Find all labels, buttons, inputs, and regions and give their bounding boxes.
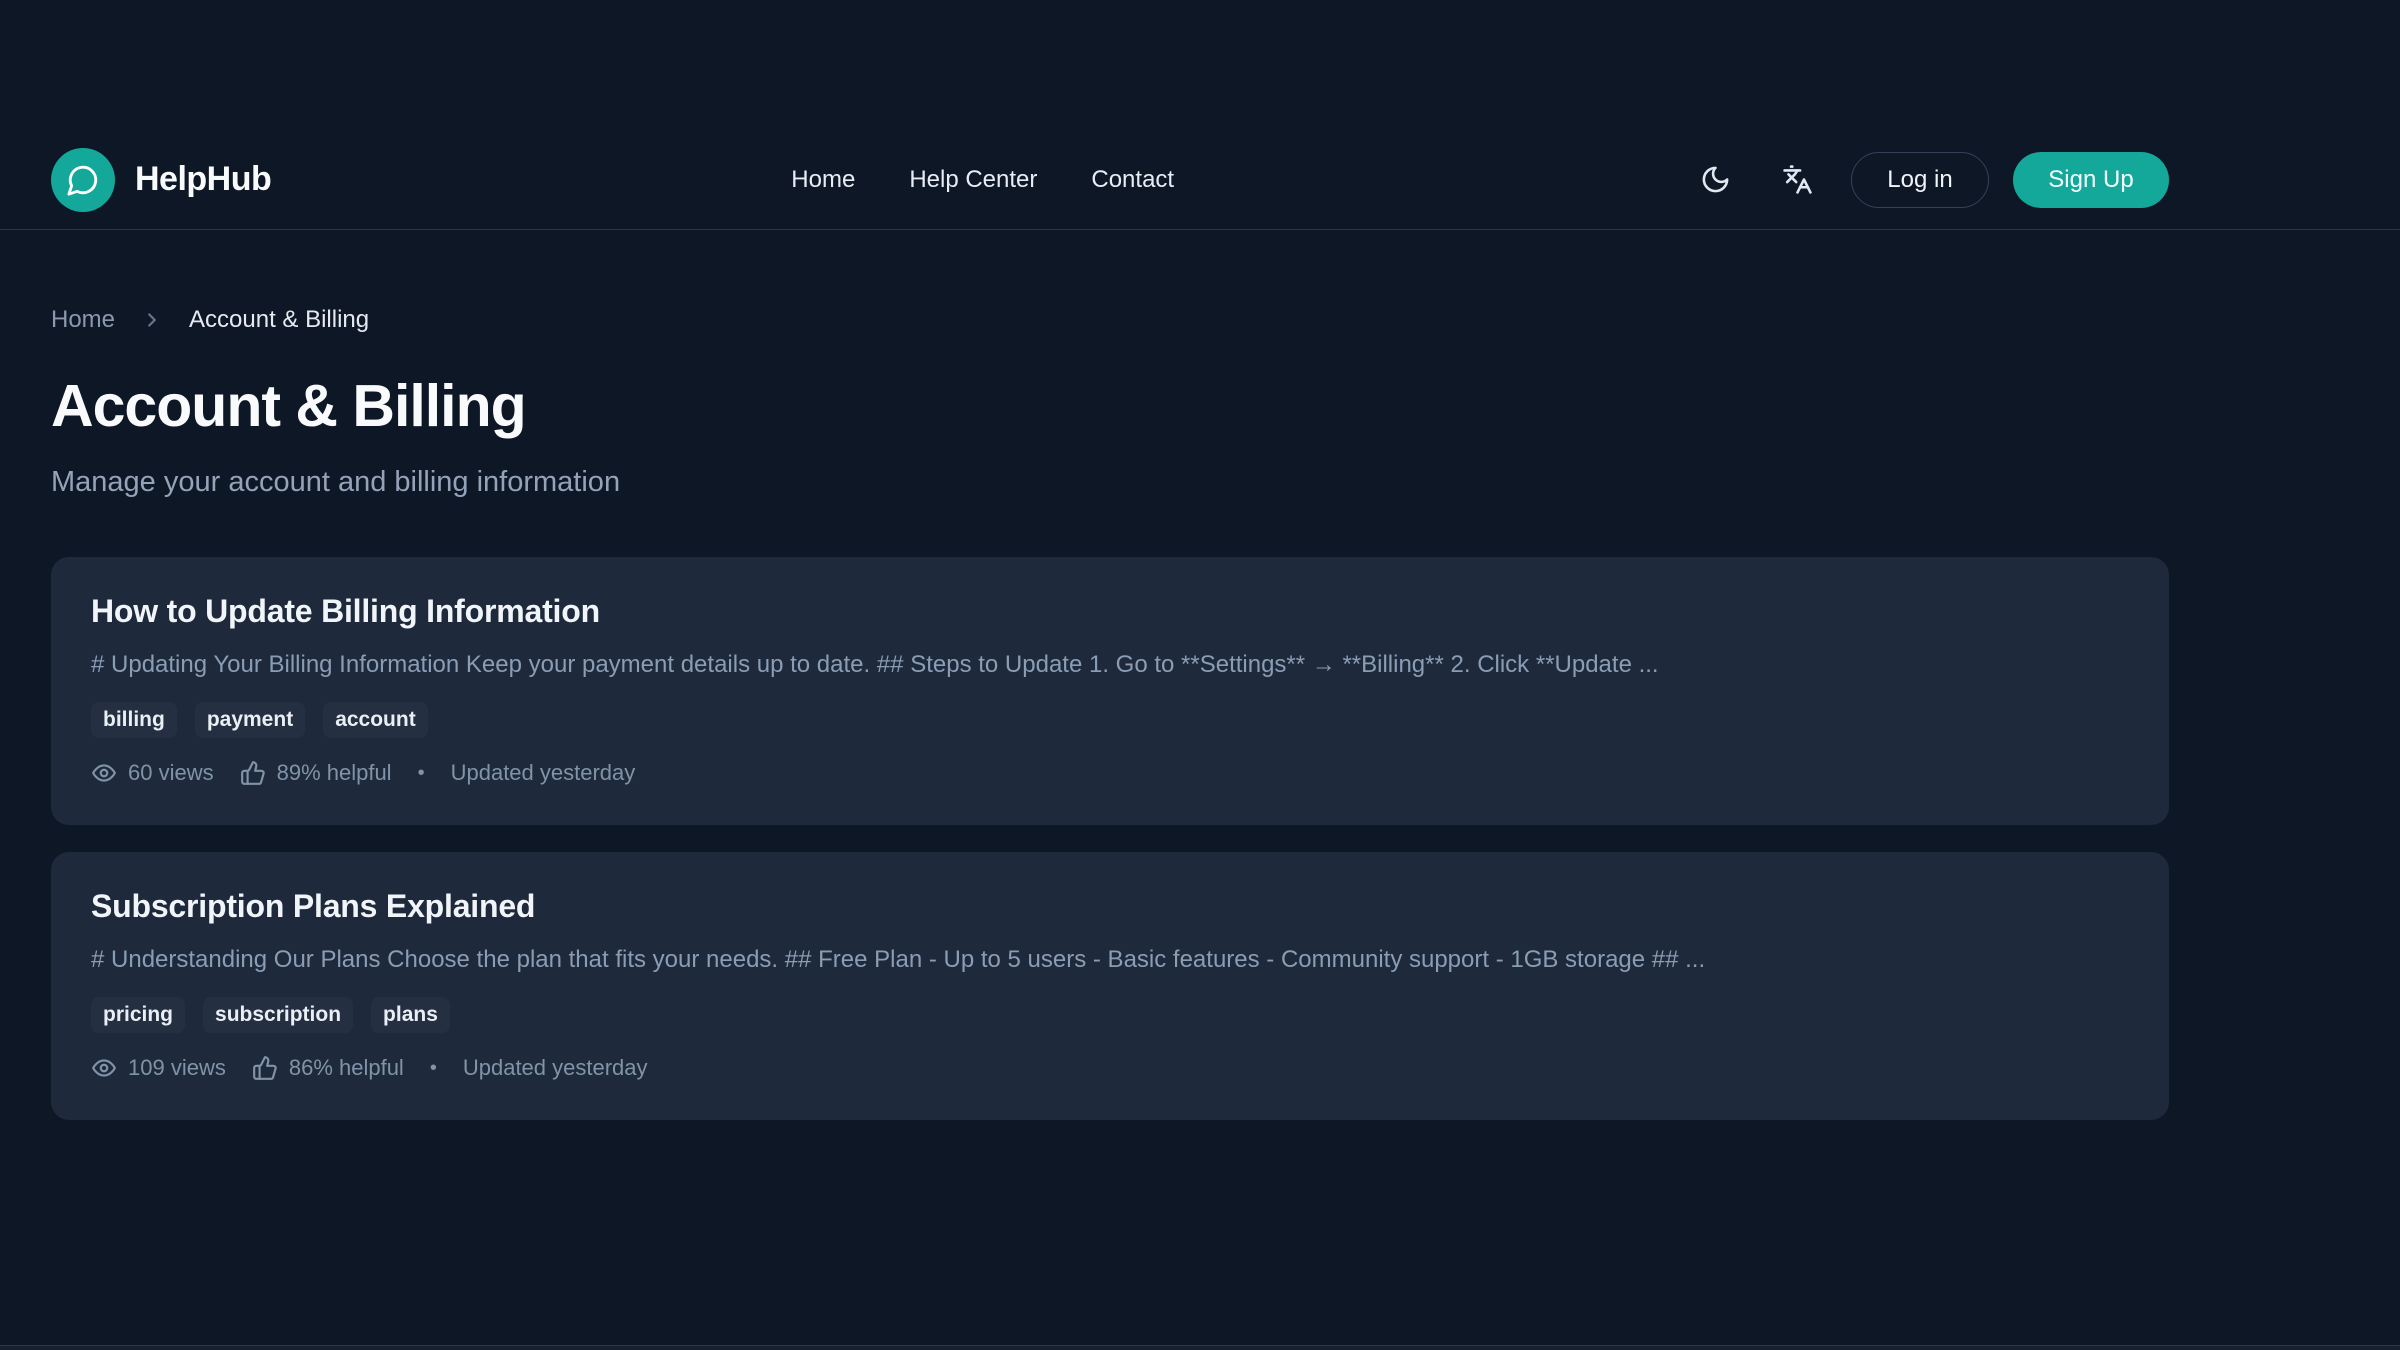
navbar: HelpHub Home Help Center Contact Log in … [0, 0, 2400, 230]
tag-badge: plans [371, 997, 450, 1033]
article-card[interactable]: How to Update Billing Information # Upda… [51, 557, 2169, 825]
thumbs-up-icon [252, 1055, 278, 1081]
language-button[interactable] [1775, 158, 1819, 202]
tag-badge: subscription [203, 997, 353, 1033]
nav-link-help-center[interactable]: Help Center [909, 166, 1037, 194]
helpful-percent: 86% helpful [289, 1055, 404, 1081]
views-count: 60 views [128, 760, 214, 786]
category-page: Home Account & Billing Account & Billing… [0, 306, 2169, 1120]
article-title: Subscription Plans Explained [91, 888, 2129, 925]
article-meta: 109 views 86% helpful • Updated yesterda… [91, 1055, 2129, 1081]
article-preview: # Updating Your Billing Information Keep… [91, 651, 2129, 679]
helpful-percent: 89% helpful [277, 760, 392, 786]
login-button[interactable]: Log in [1851, 152, 1989, 208]
helpful-stat: 89% helpful [240, 760, 392, 786]
brand-name: HelpHub [135, 160, 271, 199]
eye-icon [91, 760, 117, 786]
article-preview: # Understanding Our Plans Choose the pla… [91, 946, 2129, 974]
page-subtitle: Manage your account and billing informat… [51, 466, 2169, 499]
helpful-stat: 86% helpful [252, 1055, 404, 1081]
tag-badge: payment [195, 702, 305, 738]
brand-logo[interactable]: HelpHub [51, 148, 271, 212]
signup-button[interactable]: Sign Up [2013, 152, 2169, 208]
nav-link-home[interactable]: Home [791, 166, 855, 194]
article-card[interactable]: Subscription Plans Explained # Understan… [51, 852, 2169, 1120]
tag-row: billing payment account [91, 702, 2129, 738]
meta-separator: • [430, 1057, 437, 1080]
moon-icon [1700, 164, 1731, 195]
chevron-right-icon [141, 309, 163, 331]
tag-badge: billing [91, 702, 177, 738]
theme-toggle-button[interactable] [1693, 158, 1737, 202]
views-stat: 60 views [91, 760, 214, 786]
breadcrumb-home-link[interactable]: Home [51, 306, 115, 334]
breadcrumb-current: Account & Billing [189, 306, 369, 334]
views-stat: 109 views [91, 1055, 226, 1081]
tag-row: pricing subscription plans [91, 997, 2129, 1033]
thumbs-up-icon [240, 760, 266, 786]
nav-links: Home Help Center Contact [791, 166, 1174, 194]
article-title: How to Update Billing Information [91, 593, 2129, 630]
tag-badge: account [323, 702, 428, 738]
footer-edge [0, 1345, 2400, 1350]
nav-actions: Log in Sign Up [1693, 152, 2169, 208]
tag-badge: pricing [91, 997, 185, 1033]
page-title: Account & Billing [51, 372, 2169, 440]
breadcrumb: Home Account & Billing [51, 306, 2169, 334]
meta-separator: • [418, 762, 425, 785]
speech-bubble-icon [51, 148, 115, 212]
views-count: 109 views [128, 1055, 226, 1081]
updated-text: Updated yesterday [463, 1055, 648, 1081]
eye-icon [91, 1055, 117, 1081]
updated-text: Updated yesterday [451, 760, 636, 786]
article-list: How to Update Billing Information # Upda… [51, 557, 2169, 1120]
nav-link-contact[interactable]: Contact [1091, 166, 1174, 194]
languages-icon [1782, 164, 1813, 195]
article-meta: 60 views 89% helpful • Updated yesterday [91, 760, 2129, 786]
